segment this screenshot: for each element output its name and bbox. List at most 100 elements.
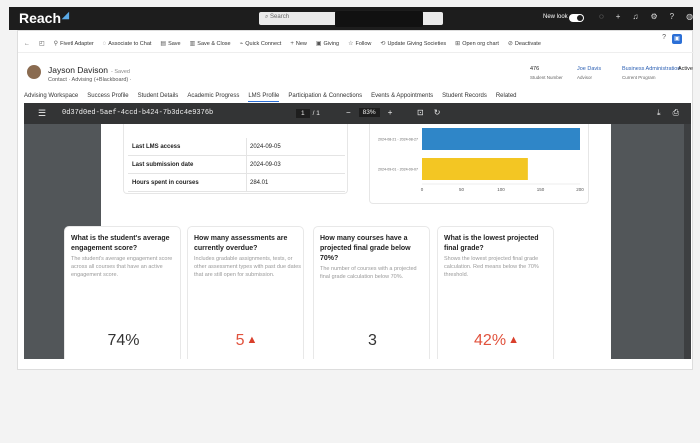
command-deactivate[interactable]: ⊘ Deactivate — [507, 40, 541, 48]
command-window[interactable]: ◰ — [39, 40, 45, 47]
tab-success-profile[interactable]: Success Profile — [87, 93, 128, 102]
search-icon: ⌕ — [265, 14, 269, 20]
page-total: / 1 — [312, 110, 320, 117]
command-label: Open org chart — [462, 40, 499, 47]
command-connect[interactable]: ⌁ Quick Connect — [240, 40, 282, 48]
tab-lms-profile[interactable]: LMS Profile — [248, 93, 280, 102]
command-label: New — [295, 40, 307, 47]
program-link[interactable]: Business Administration — [622, 66, 680, 72]
tab-student-records[interactable]: Student Records — [442, 93, 487, 102]
pdf-toolbar: ☰ 0d37d0ed-5aef-4ccd-b424-7b3dc4e9376b 1… — [24, 103, 691, 124]
command-bar: ← ◰ ⚲ Fivetl Adapter ◌ Associate to Chat ▤ Save… — [18, 35, 694, 53]
table-key: Last LMS access — [132, 144, 181, 150]
advisor-link[interactable]: Joe Davis — [577, 66, 601, 72]
command-label: Save & Close — [197, 40, 231, 47]
pdf-viewer[interactable]: Last LMS access 2024-09-05 Last submission… — [24, 124, 691, 359]
category-label: 2024-09-01 - 2024-09-07 — [378, 168, 418, 172]
command-label: Fivetl Adapter — [60, 40, 94, 47]
tab-student-details[interactable]: Student Details — [138, 93, 179, 102]
gear-icon[interactable]: ⚙ — [650, 12, 657, 21]
search-overlay — [335, 11, 423, 27]
x-tick-label: 50 — [459, 187, 465, 192]
x-tick-label: 200 — [576, 187, 584, 192]
panel-icon[interactable]: ▣ — [672, 34, 682, 44]
record-name: Jayson Davison — [48, 65, 109, 75]
question-value: 74% — [107, 332, 140, 349]
table-row: Last submission date 2024-09-03 — [128, 156, 345, 174]
command-label: Quick Connect — [245, 40, 282, 47]
record-status: Active — [678, 66, 693, 72]
save-close-icon: ▥ — [189, 41, 196, 47]
back-icon: ← — [24, 40, 30, 47]
question-value: 42% — [474, 332, 507, 349]
table-key: Hours spent in courses — [132, 180, 199, 186]
command-plus[interactable]: + New — [290, 41, 307, 47]
bulb-icon[interactable]: ◌ — [599, 12, 604, 21]
menu-icon[interactable]: ☰ — [38, 108, 46, 119]
tab-events-appointments[interactable]: Events & Appointments — [371, 93, 433, 102]
plus-icon[interactable]: + — [616, 12, 621, 21]
bell-icon[interactable]: ♫ — [632, 12, 638, 21]
societies-icon: ⟲ — [380, 41, 386, 47]
table-value: 2024-09-05 — [250, 144, 281, 150]
star-icon: ☆ — [348, 41, 354, 47]
command-giving[interactable]: ▣ Giving — [316, 40, 339, 48]
saved-status: - Saved — [111, 69, 130, 75]
activity-chart: 2024-08-21 - 2024-08-27 2024-09-01 - 2024… — [378, 128, 584, 192]
bar-0 — [422, 128, 580, 150]
zoom-in-icon[interactable]: + — [388, 108, 393, 117]
reach-logo[interactable]: Reach◢ — [19, 10, 69, 26]
pdf-title: 0d37d0ed-5aef-4ccd-b424-7b3dc4e9376b — [62, 109, 214, 117]
lms-activity-table: Last LMS access 2024-09-05 Last submission… — [123, 124, 348, 194]
print-icon[interactable]: ⎙ — [673, 108, 679, 118]
x-tick-label: 0 — [421, 187, 424, 192]
deactivate-icon: ⊘ — [507, 41, 513, 47]
command-label: Follow — [355, 40, 372, 47]
org-chart-icon: ⊞ — [455, 41, 461, 47]
pdf-scrollbar[interactable] — [684, 124, 691, 359]
command-societies[interactable]: ⟲ Update Giving Societies — [380, 40, 447, 48]
command-label: Deactivate — [514, 40, 541, 47]
table-row: Last LMS access 2024-09-05 — [128, 138, 345, 156]
tab-related[interactable]: Related — [496, 93, 517, 102]
bar-1 — [422, 158, 528, 180]
table-key: Last submission date — [132, 162, 194, 168]
command-org-chart[interactable]: ⊞ Open org chart — [455, 40, 499, 48]
zoom-out-icon[interactable]: − — [346, 108, 351, 117]
question-description: Shows the lowest projected final grade c… — [444, 256, 539, 278]
rotate-icon[interactable]: ↻ — [434, 108, 441, 117]
question-value: 3 — [368, 332, 377, 349]
new-look-label: New look — [543, 14, 568, 20]
adapter-icon: ⚲ — [53, 41, 59, 47]
question-description: The number of courses with a projected f… — [320, 266, 417, 280]
tab-advising-workspace[interactable]: Advising Workspace — [24, 93, 78, 102]
tab-academic-progress[interactable]: Academic Progress — [187, 93, 239, 102]
question-card: How many assessments are currently overd… — [187, 226, 304, 359]
account-icon[interactable]: ◍ — [686, 12, 693, 21]
fit-page-icon[interactable]: ⊡ — [417, 108, 424, 117]
command-save[interactable]: ▤ Save — [160, 40, 181, 48]
category-label: 2024-08-21 - 2024-08-27 — [378, 138, 418, 142]
warning-icon: ▲ — [508, 334, 519, 346]
command-label: Update Giving Societies — [387, 40, 447, 47]
command-label: Save — [168, 40, 181, 47]
zoom-level[interactable]: 83% — [358, 108, 380, 117]
command-chat[interactable]: ◌ Associate to Chat — [103, 41, 152, 47]
table-value: 284.01 — [250, 180, 269, 186]
question-title: How many assessments are currently overd… — [194, 235, 288, 252]
new-look-toggle[interactable] — [569, 14, 584, 22]
warning-icon: ▲ — [246, 334, 258, 346]
download-icon[interactable]: ⤓ — [657, 108, 661, 118]
pdf-page: Last LMS access 2024-09-05 Last submission… — [64, 124, 611, 359]
page-number-input[interactable]: 1 — [296, 109, 310, 118]
student-number: 476 — [530, 66, 540, 72]
command-save-close[interactable]: ▥ Save & Close — [189, 40, 231, 48]
help-icon[interactable]: ? — [662, 34, 666, 44]
command-back[interactable]: ← — [24, 41, 30, 47]
command-adapter[interactable]: ⚲ Fivetl Adapter — [53, 40, 94, 48]
tab-participation-connections[interactable]: Participation & Connections — [288, 93, 362, 102]
record-tabs: Advising Workspace Success Profile Student… — [24, 93, 517, 102]
help-icon[interactable]: ? — [670, 12, 674, 21]
question-card: How many courses have a projected final … — [313, 226, 430, 359]
command-star[interactable]: ☆ Follow — [348, 40, 372, 48]
